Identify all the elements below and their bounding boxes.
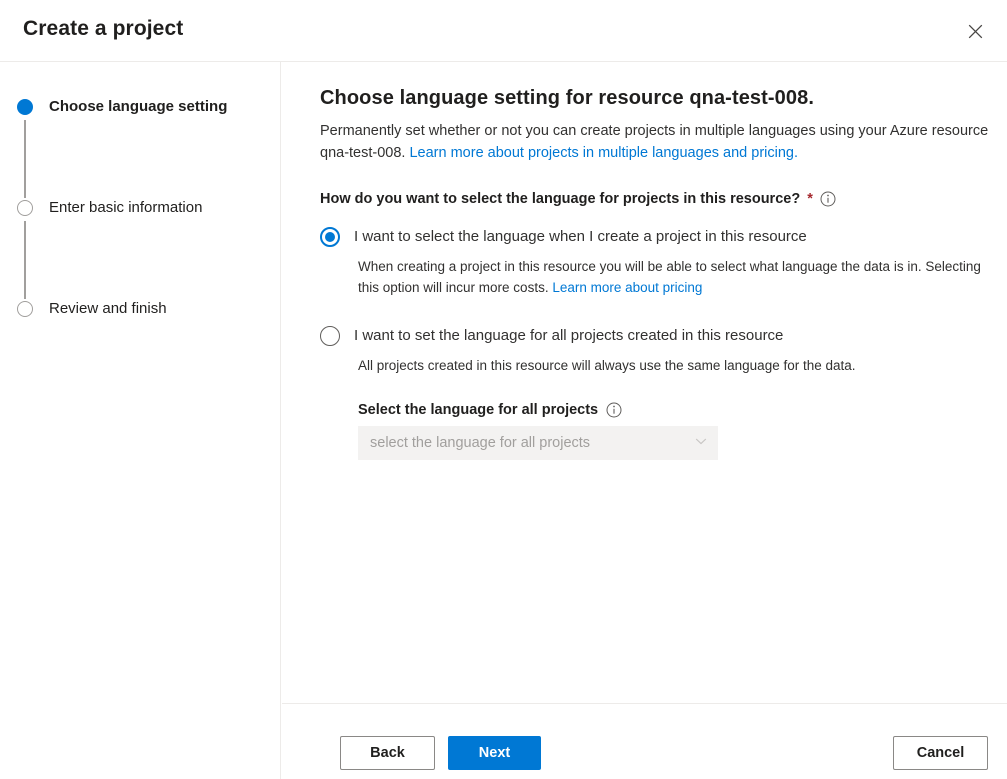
language-setting-radio-group: I want to select the language when I cre… xyxy=(320,226,992,460)
sidebar-step-enter-basic-information[interactable]: Enter basic information xyxy=(0,197,281,219)
dropdown-placeholder: select the language for all projects xyxy=(370,435,590,451)
radio-option-select-per-project[interactable]: I want to select the language when I cre… xyxy=(320,226,992,247)
create-project-wizard: Create a project Choose language setting… xyxy=(0,0,1007,779)
required-asterisk: * xyxy=(807,191,813,207)
learn-more-multiple-languages-link[interactable]: Learn more about projects in multiple la… xyxy=(409,145,798,161)
radio-option-description: When creating a project in this resource… xyxy=(358,256,992,298)
question-label: How do you want to select the language f… xyxy=(320,191,800,207)
back-button[interactable]: Back xyxy=(340,736,435,770)
info-icon[interactable] xyxy=(606,402,622,418)
radio-button-unselected-icon[interactable] xyxy=(320,326,340,346)
info-icon[interactable] xyxy=(820,191,836,207)
radio-option-set-for-all-projects[interactable]: I want to set the language for all proje… xyxy=(320,325,992,346)
cancel-button[interactable]: Cancel xyxy=(893,736,988,770)
dropdown-label-row: Select the language for all projects xyxy=(358,402,992,418)
radio-option-label: I want to select the language when I cre… xyxy=(354,226,807,247)
language-dropdown-block: Select the language for all projects sel… xyxy=(358,402,992,460)
step-marker-active-icon xyxy=(17,99,33,115)
sidebar-step-label: Enter basic information xyxy=(49,197,202,219)
dropdown-label: Select the language for all projects xyxy=(358,402,598,418)
step-marker-inactive-icon xyxy=(17,301,33,317)
content-heading: Choose language setting for resource qna… xyxy=(320,84,992,112)
language-selection-question: How do you want to select the language f… xyxy=(320,191,992,207)
sidebar-step-label: Choose language setting xyxy=(49,96,227,118)
sidebar-step-review-and-finish[interactable]: Review and finish xyxy=(0,298,281,320)
content-description: Permanently set whether or not you can c… xyxy=(320,120,992,164)
dialog-footer: Back Next Cancel xyxy=(282,703,1007,779)
step-connector-1 xyxy=(24,120,26,198)
radio-button-selected-icon[interactable] xyxy=(320,227,340,247)
radio-option-description: All projects created in this resource wi… xyxy=(358,355,992,376)
sidebar-step-label: Review and finish xyxy=(49,298,167,320)
step-connector-2 xyxy=(24,221,26,299)
radio-option-label: I want to set the language for all proje… xyxy=(354,325,783,346)
wizard-steps-sidebar: Choose language setting Enter basic info… xyxy=(0,62,281,779)
next-button[interactable]: Next xyxy=(448,736,541,770)
chevron-down-icon xyxy=(694,434,708,453)
close-button[interactable] xyxy=(955,12,995,50)
learn-more-pricing-link[interactable]: Learn more about pricing xyxy=(552,280,702,295)
language-select-dropdown[interactable]: select the language for all projects xyxy=(358,426,718,460)
page-title: Create a project xyxy=(23,17,183,41)
close-icon xyxy=(968,24,983,39)
sidebar-step-choose-language-setting[interactable]: Choose language setting xyxy=(0,96,281,118)
step-marker-inactive-icon xyxy=(17,200,33,216)
dialog-header: Create a project xyxy=(0,0,1007,62)
main-content-panel: Choose language setting for resource qna… xyxy=(282,62,1007,703)
